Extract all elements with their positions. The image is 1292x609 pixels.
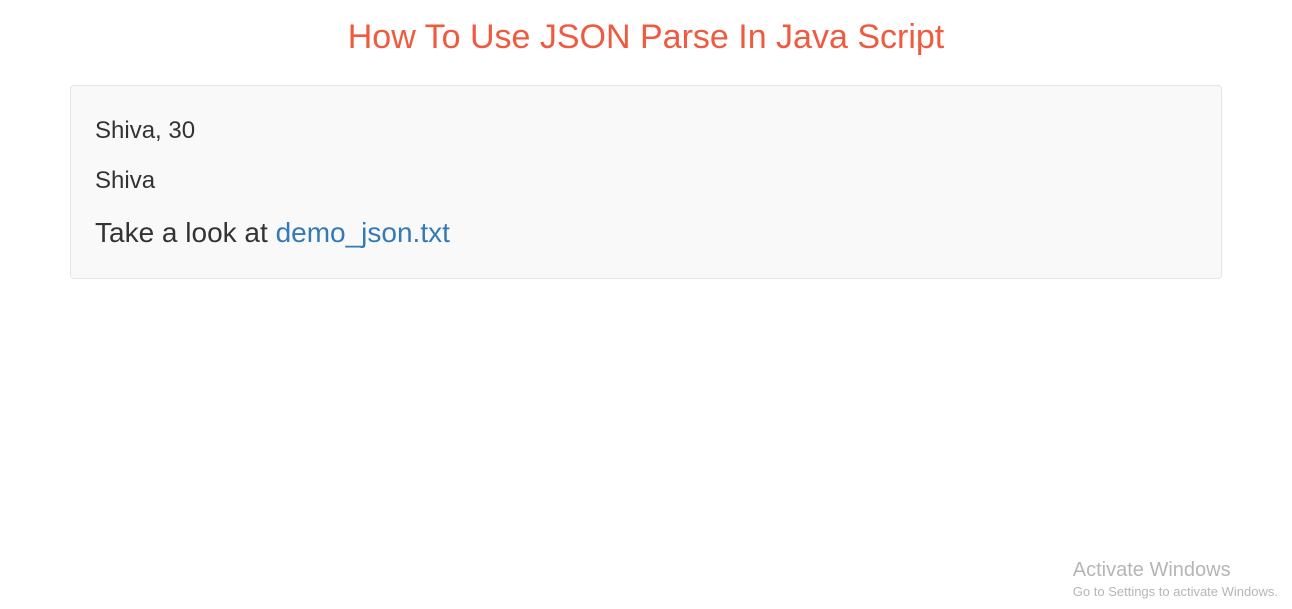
watermark-title: Activate Windows <box>1073 559 1278 582</box>
watermark-subtitle: Go to Settings to activate Windows. <box>1073 584 1278 599</box>
content-box: Shiva, 30 Shiva Take a look at demo_json… <box>70 85 1222 279</box>
demo-json-link[interactable]: demo_json.txt <box>276 217 450 248</box>
output-line-2: Shiva <box>95 164 1197 198</box>
output-line-3: Take a look at demo_json.txt <box>95 213 1197 252</box>
output-line-1: Shiva, 30 <box>95 114 1197 148</box>
windows-activation-watermark: Activate Windows Go to Settings to activ… <box>1073 559 1278 599</box>
line3-prefix-text: Take a look at <box>95 217 276 248</box>
page-title: How To Use JSON Parse In Java Script <box>70 0 1222 85</box>
